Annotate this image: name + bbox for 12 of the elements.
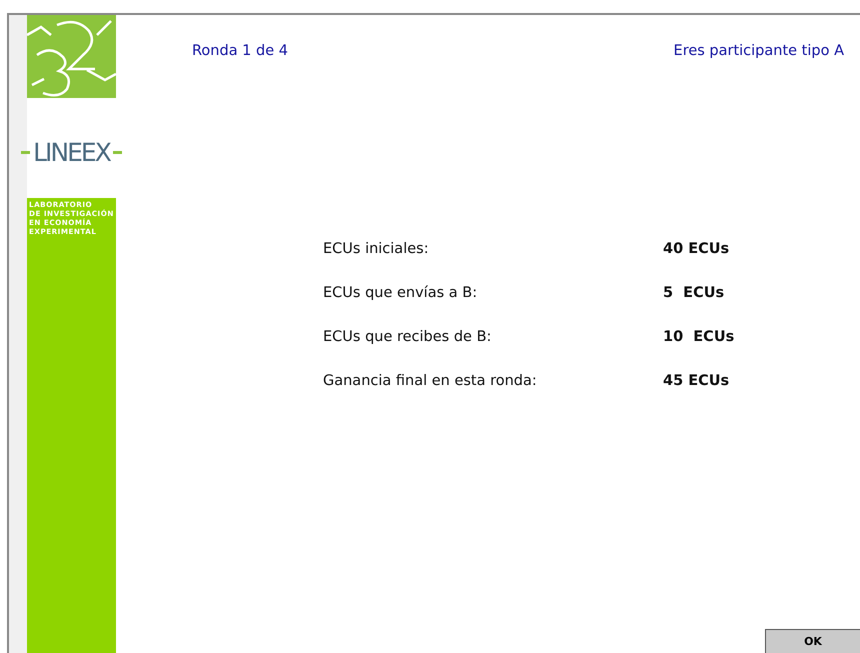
result-value: 10 ECUs xyxy=(663,329,734,345)
result-value: 45 ECUs xyxy=(663,373,730,389)
round-counter: Ronda 1 de 4 xyxy=(192,43,288,59)
result-value: 40 ECUs xyxy=(663,241,730,257)
participant-role: Eres participante tipo A xyxy=(674,43,844,59)
result-label: ECUs iniciales: xyxy=(323,241,430,257)
result-value: 5 ECUs xyxy=(663,285,724,301)
lineex-logo: LINEEX xyxy=(15,136,128,168)
ok-button[interactable]: OK xyxy=(765,629,860,653)
result-label: Ganancia final en esta ronda: xyxy=(323,373,538,389)
result-label: ECUs que envías a B: xyxy=(323,285,478,301)
result-label: ECUs que recibes de B: xyxy=(323,329,492,345)
